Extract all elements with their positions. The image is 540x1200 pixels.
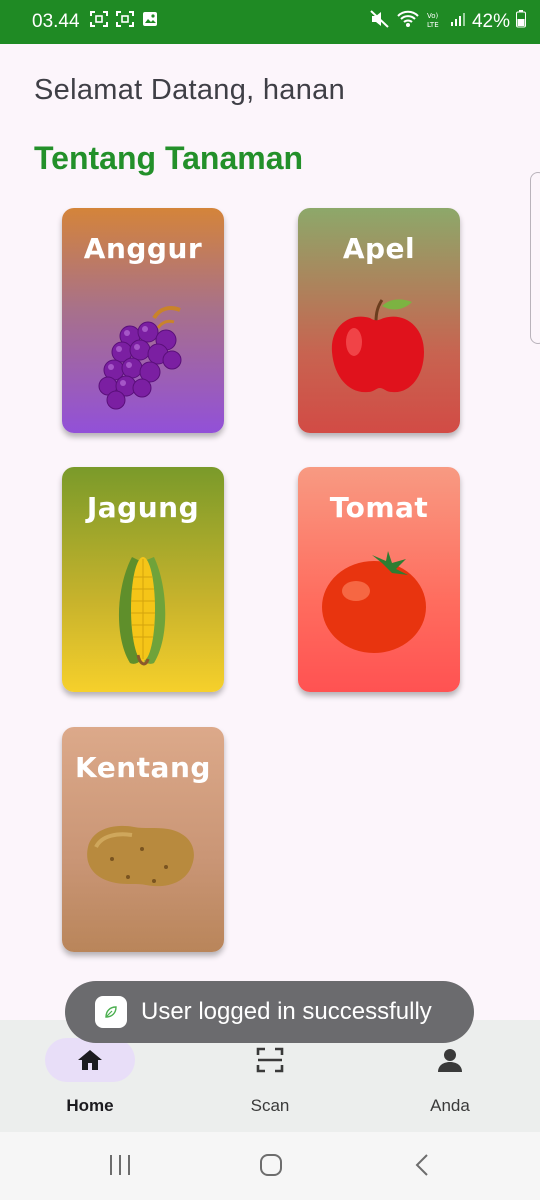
status-time: 03.44 <box>32 11 80 32</box>
plant-card-label: Anggur <box>83 232 203 265</box>
app-leaf-icon <box>95 996 127 1028</box>
screenshot-icon <box>115 11 134 33</box>
grapes-icon <box>98 306 182 410</box>
plant-card-label: Kentang <box>75 751 211 784</box>
section-title: Tentang Tanaman <box>34 140 304 176</box>
plant-card-jagung[interactable]: Jagung <box>62 467 224 692</box>
system-navigation-bar <box>0 1132 540 1200</box>
battery-icon <box>516 10 526 34</box>
gallery-icon <box>142 11 158 33</box>
scroll-indicator[interactable] <box>530 172 540 344</box>
svg-text:LTE: LTE <box>427 21 439 28</box>
plant-card-label: Jagung <box>86 491 200 524</box>
plant-card-kentang[interactable]: Kentang <box>62 727 224 952</box>
svg-text:Vo): Vo) <box>427 12 439 20</box>
nav-label-scan: Scan <box>250 1096 290 1115</box>
plant-card-apel[interactable]: Apel <box>298 208 460 433</box>
plant-card-label: Apel <box>342 232 416 265</box>
plant-card-label: Tomat <box>329 491 429 524</box>
corn-icon <box>118 557 166 666</box>
apple-icon <box>331 299 424 393</box>
status-bar: 03.44 Vo) LTE 42% <box>0 0 540 44</box>
mute-icon <box>370 10 390 34</box>
home-circle-icon[interactable] <box>259 1152 283 1183</box>
battery-percent: 42% <box>471 11 510 32</box>
signal-icon <box>450 11 466 33</box>
recent-apps-icon[interactable] <box>108 1152 132 1183</box>
volte-icon: Vo) LTE <box>426 10 444 34</box>
nav-label-home: Home <box>66 1096 114 1115</box>
back-icon[interactable] <box>412 1152 432 1183</box>
person-icon <box>405 1038 495 1082</box>
wifi-icon <box>396 10 420 34</box>
toast-message: User logged in successfully <box>141 998 432 1025</box>
welcome-text: Selamat Datang, hanan <box>34 74 346 106</box>
home-icon <box>45 1038 135 1082</box>
tomato-icon <box>322 551 426 653</box>
toast-notification: User logged in successfully <box>65 981 474 1043</box>
plant-card-tomat[interactable]: Tomat <box>298 467 460 692</box>
screenshot-icon <box>89 11 108 33</box>
nav-label-anda: Anda <box>430 1096 470 1115</box>
potato-icon <box>87 825 194 887</box>
plant-card-anggur[interactable]: Anggur <box>62 208 224 433</box>
scan-icon <box>225 1038 315 1082</box>
